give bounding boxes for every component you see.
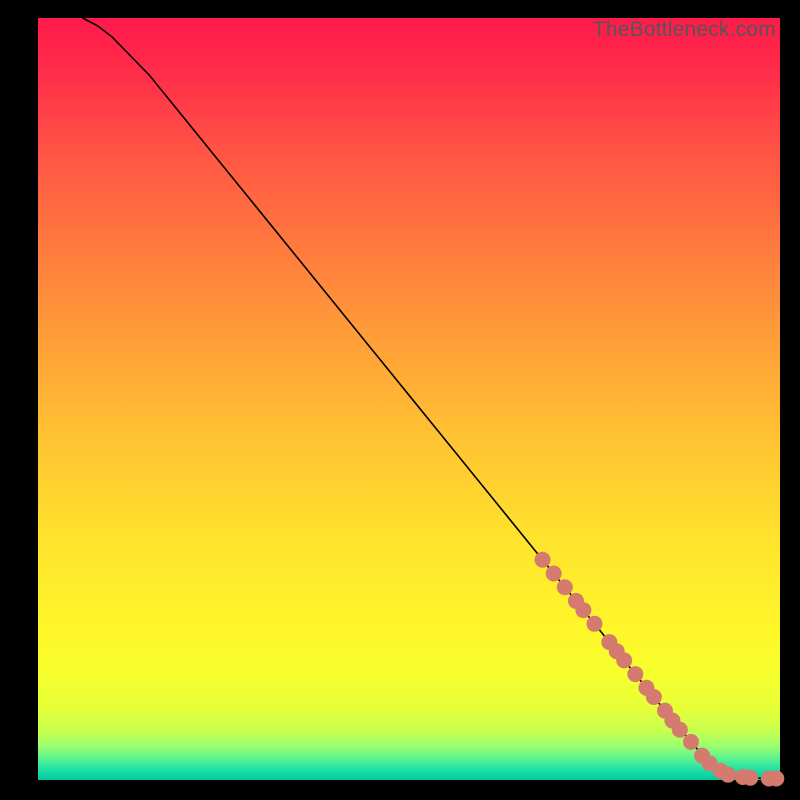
data-marker: [575, 602, 591, 618]
data-marker: [720, 767, 736, 783]
chart-svg: [38, 18, 780, 780]
data-marker: [768, 770, 784, 786]
data-marker: [535, 552, 551, 568]
plot-area: TheBottleneck.com: [38, 18, 780, 780]
data-marker: [616, 652, 632, 668]
data-marker: [683, 734, 699, 750]
line-series: [83, 18, 780, 778]
data-marker: [557, 579, 573, 595]
data-marker: [742, 770, 758, 786]
data-marker: [627, 666, 643, 682]
data-marker: [646, 689, 662, 705]
data-marker: [546, 566, 562, 582]
marker-series: [535, 552, 785, 787]
data-marker: [672, 722, 688, 738]
chart-stage: TheBottleneck.com: [0, 0, 800, 800]
data-marker: [587, 616, 603, 632]
